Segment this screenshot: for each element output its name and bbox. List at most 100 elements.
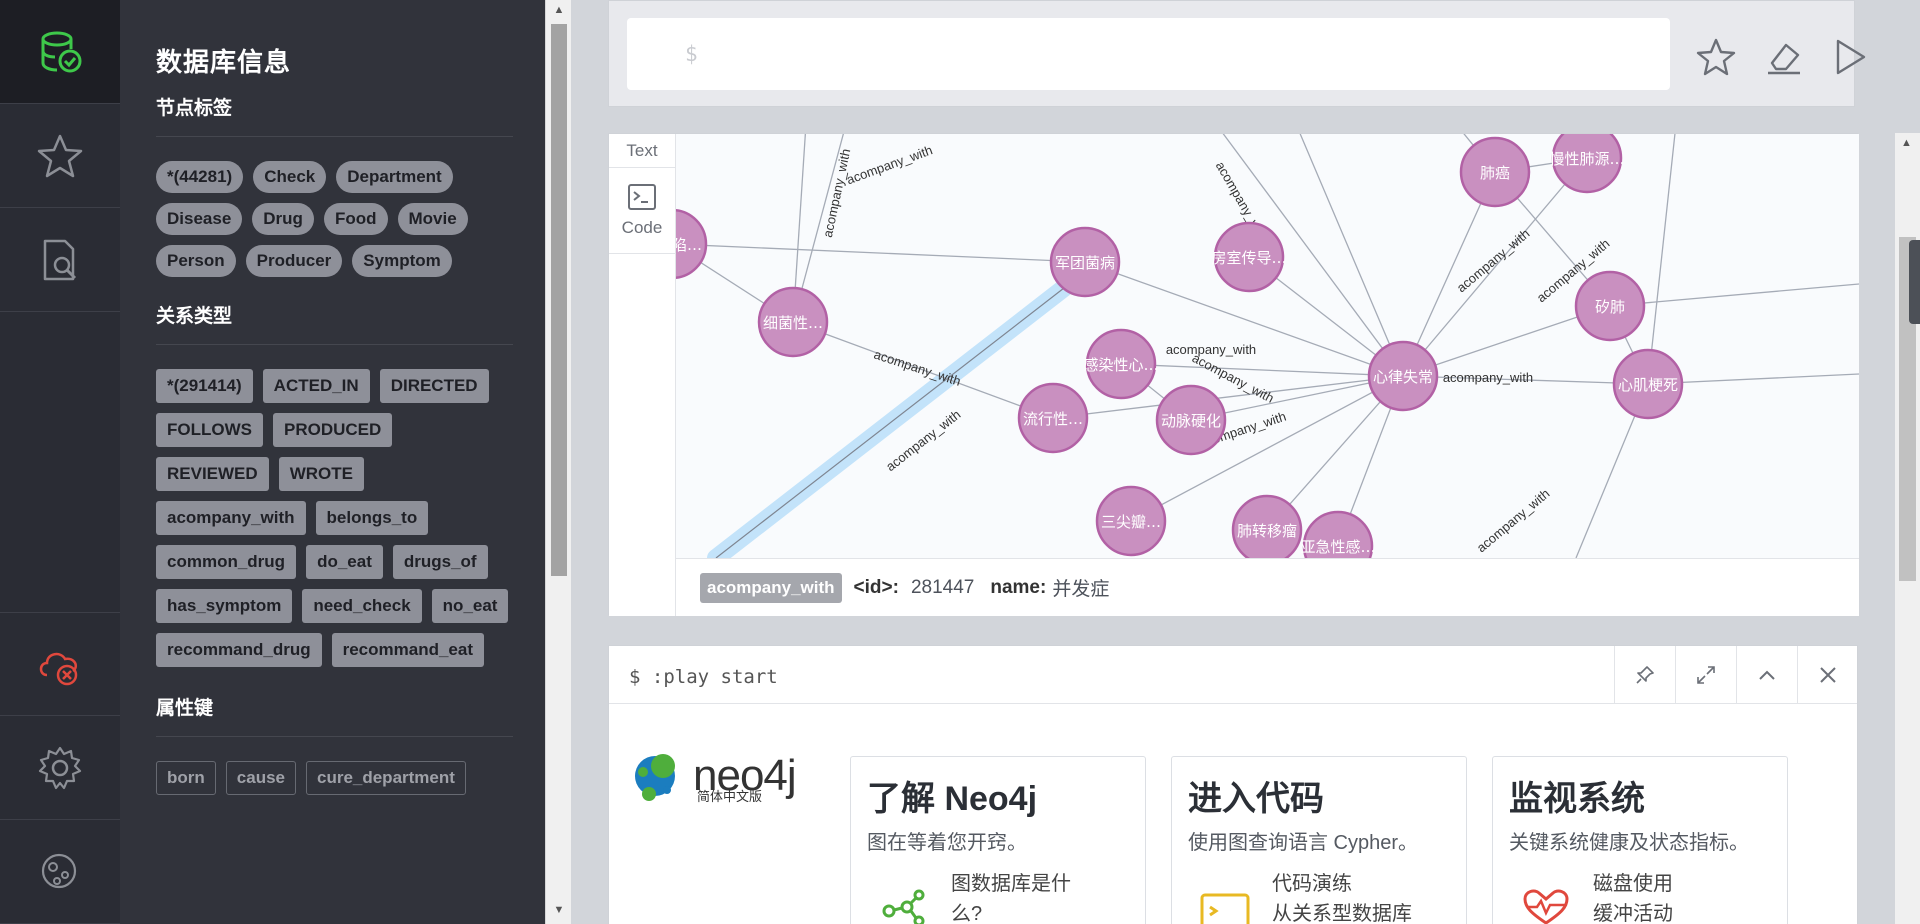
run-query-button[interactable] — [1828, 35, 1872, 79]
main-stream: $ Text Code acompany_with acompany_with ac… — [571, 0, 1920, 924]
drawer-scrollbar[interactable]: ▲ ▼ — [545, 0, 571, 924]
card-item-link[interactable]: 磁盘使用 缓冲活动 — [1593, 869, 1673, 924]
node-label-tag[interactable]: Drug — [252, 203, 314, 235]
graph-edge[interactable] — [1120, 363, 1404, 377]
about-button[interactable] — [0, 820, 120, 924]
rel-type-tag[interactable]: *(291414) — [156, 369, 253, 403]
rel-type-tag[interactable]: DIRECTED — [379, 369, 489, 403]
node-label-tag[interactable]: Symptom — [352, 245, 452, 277]
chevron-up-icon — [1759, 670, 1775, 680]
node-label-tag[interactable]: Movie — [397, 203, 468, 235]
card-title: 监视系统 — [1509, 780, 1645, 818]
terminal-icon — [628, 183, 656, 210]
rel-type-badge[interactable]: acompany_with — [700, 572, 842, 603]
scroll-up-arrow[interactable]: ▲ — [553, 4, 565, 16]
star-icon — [1696, 38, 1736, 76]
favorites-button[interactable] — [0, 104, 120, 208]
rel-type-tag[interactable]: acompany_with — [156, 501, 306, 535]
graph-icon — [882, 889, 925, 924]
node-label-tag[interactable]: Department — [336, 161, 453, 193]
neo4j-logo-icon — [635, 754, 675, 801]
tab-text[interactable]: Text — [609, 134, 675, 168]
graph-edge[interactable] — [1609, 283, 1859, 307]
inspector-bar: acompany_with <id>: 281447 name: 并发症 — [676, 558, 1859, 616]
rel-type-tag[interactable]: no_eat — [431, 589, 509, 623]
rel-type-tag[interactable]: common_drug — [156, 545, 297, 579]
graph-node-label: 亚急性感… — [1300, 538, 1375, 556]
card-item-text: 磁盘使用 缓冲活动 — [1593, 873, 1673, 924]
tab-code-label: Code — [621, 217, 663, 237]
rel-type-tag[interactable]: drugs_of — [392, 545, 488, 579]
floating-panel-handle[interactable] — [1909, 240, 1920, 324]
pin-button[interactable] — [1614, 646, 1675, 704]
card-learn-neo4j[interactable]: 了解 Neo4j 图在等着您开窍。 图数据库是什么? — [850, 756, 1146, 924]
settings-button[interactable] — [0, 716, 120, 820]
tab-code[interactable]: Code — [609, 168, 675, 254]
graph-node-label: 细菌性… — [763, 314, 823, 332]
card-description: 关键系统健康及状态指标。 — [1509, 832, 1749, 854]
rel-type-tag[interactable]: recommand_drug — [156, 633, 322, 667]
card-item-link[interactable]: 图数据库是什么? — [951, 869, 1091, 924]
pin-icon — [1636, 666, 1654, 684]
connection-status-button[interactable] — [0, 612, 120, 716]
node-label-tag[interactable]: Person — [156, 245, 236, 277]
id-label: <id>: — [853, 576, 899, 598]
cypher-input[interactable]: $ — [627, 18, 1670, 90]
rel-type-tag[interactable]: WROTE — [278, 457, 364, 491]
about-icon — [41, 853, 77, 888]
favorite-query-button[interactable] — [1694, 35, 1738, 79]
card-item-text: 代码演练 从关系型数据库 — [1272, 873, 1412, 924]
scrollbar-thumb[interactable] — [551, 24, 567, 576]
database-info-button[interactable] — [0, 0, 120, 104]
name-value: 并发症 — [1052, 579, 1110, 600]
scroll-down-arrow[interactable]: ▼ — [553, 904, 565, 916]
rel-type-tag[interactable]: FOLLOWS — [156, 413, 263, 447]
tab-text-label: Text — [626, 140, 658, 160]
graph-edge[interactable] — [1296, 134, 1404, 377]
id-value: 281447 — [910, 576, 975, 598]
rel-type-tag[interactable]: has_symptom — [156, 589, 293, 623]
scroll-up-arrow[interactable]: ▲ — [1901, 137, 1912, 149]
rel-types-heading: 关系类型 — [156, 301, 513, 345]
graph-node-label: 肺癌 — [1480, 164, 1510, 182]
neo4j-logo: neo4j 简体中文版 — [629, 746, 797, 806]
close-button[interactable] — [1797, 646, 1858, 704]
card-item-link[interactable]: 代码演练 从关系型数据库 — [1272, 869, 1412, 924]
node-label-tag[interactable]: Food — [323, 203, 388, 235]
card-monitor-system[interactable]: 监视系统 关键系统健康及状态指标。 磁盘使用 缓冲活动 — [1492, 756, 1788, 924]
property-key-tag[interactable]: cure_department — [305, 761, 466, 795]
node-label-tag[interactable]: Producer — [245, 245, 343, 277]
database-info-drawer: 数据库信息 节点标签 *(44281) Check Department Diseas… — [120, 0, 545, 924]
fullscreen-button[interactable] — [1675, 646, 1736, 704]
property-key-tag[interactable]: cause — [225, 761, 296, 795]
graph-edge[interactable] — [676, 243, 1086, 263]
node-label-tag[interactable]: *(44281) — [156, 161, 244, 193]
node-label-tag[interactable]: Check — [253, 161, 327, 193]
collapse-button[interactable] — [1736, 646, 1797, 704]
card-enter-code[interactable]: 进入代码 使用图查询语言 Cypher。 代码演练 从关系型数据库 — [1171, 756, 1467, 924]
expand-icon — [1697, 666, 1715, 684]
graph-node-label: 肺转移瘤 — [1237, 522, 1297, 540]
rel-types-list: *(291414) ACTED_IN DIRECTED FOLLOWS PRODUCED… — [156, 345, 513, 693]
rel-type-tag[interactable]: REVIEWED — [156, 457, 269, 491]
heart-monitor-icon — [1523, 889, 1569, 924]
rel-type-tag[interactable]: ACTED_IN — [262, 369, 370, 403]
card-title: 进入代码 — [1188, 780, 1324, 818]
property-key-tag[interactable]: born — [156, 761, 216, 795]
result-view-tabs: Text Code — [609, 134, 676, 616]
frame-command[interactable]: $ :play start — [629, 666, 778, 688]
rel-type-tag[interactable]: recommand_eat — [331, 633, 484, 667]
graph-edge[interactable] — [1647, 134, 1676, 385]
card-item-text: 图数据库是什么? — [951, 873, 1071, 924]
clear-query-button[interactable] — [1762, 35, 1806, 79]
rel-type-tag[interactable]: PRODUCED — [272, 413, 393, 447]
node-label-tag[interactable]: Disease — [156, 203, 243, 235]
rel-type-tag[interactable]: need_check — [302, 589, 422, 623]
graph-node-label: 流行性… — [1023, 410, 1083, 428]
name-label: name: — [990, 576, 1047, 598]
documents-button[interactable] — [0, 208, 120, 312]
graph-canvas[interactable]: acompany_with acompany_with acompany_with a… — [676, 134, 1859, 558]
rel-type-tag[interactable]: do_eat — [306, 545, 383, 579]
graph-svg[interactable]: acompany_with acompany_withacompany_witha… — [676, 134, 1859, 558]
rel-type-tag[interactable]: belongs_to — [315, 501, 429, 535]
